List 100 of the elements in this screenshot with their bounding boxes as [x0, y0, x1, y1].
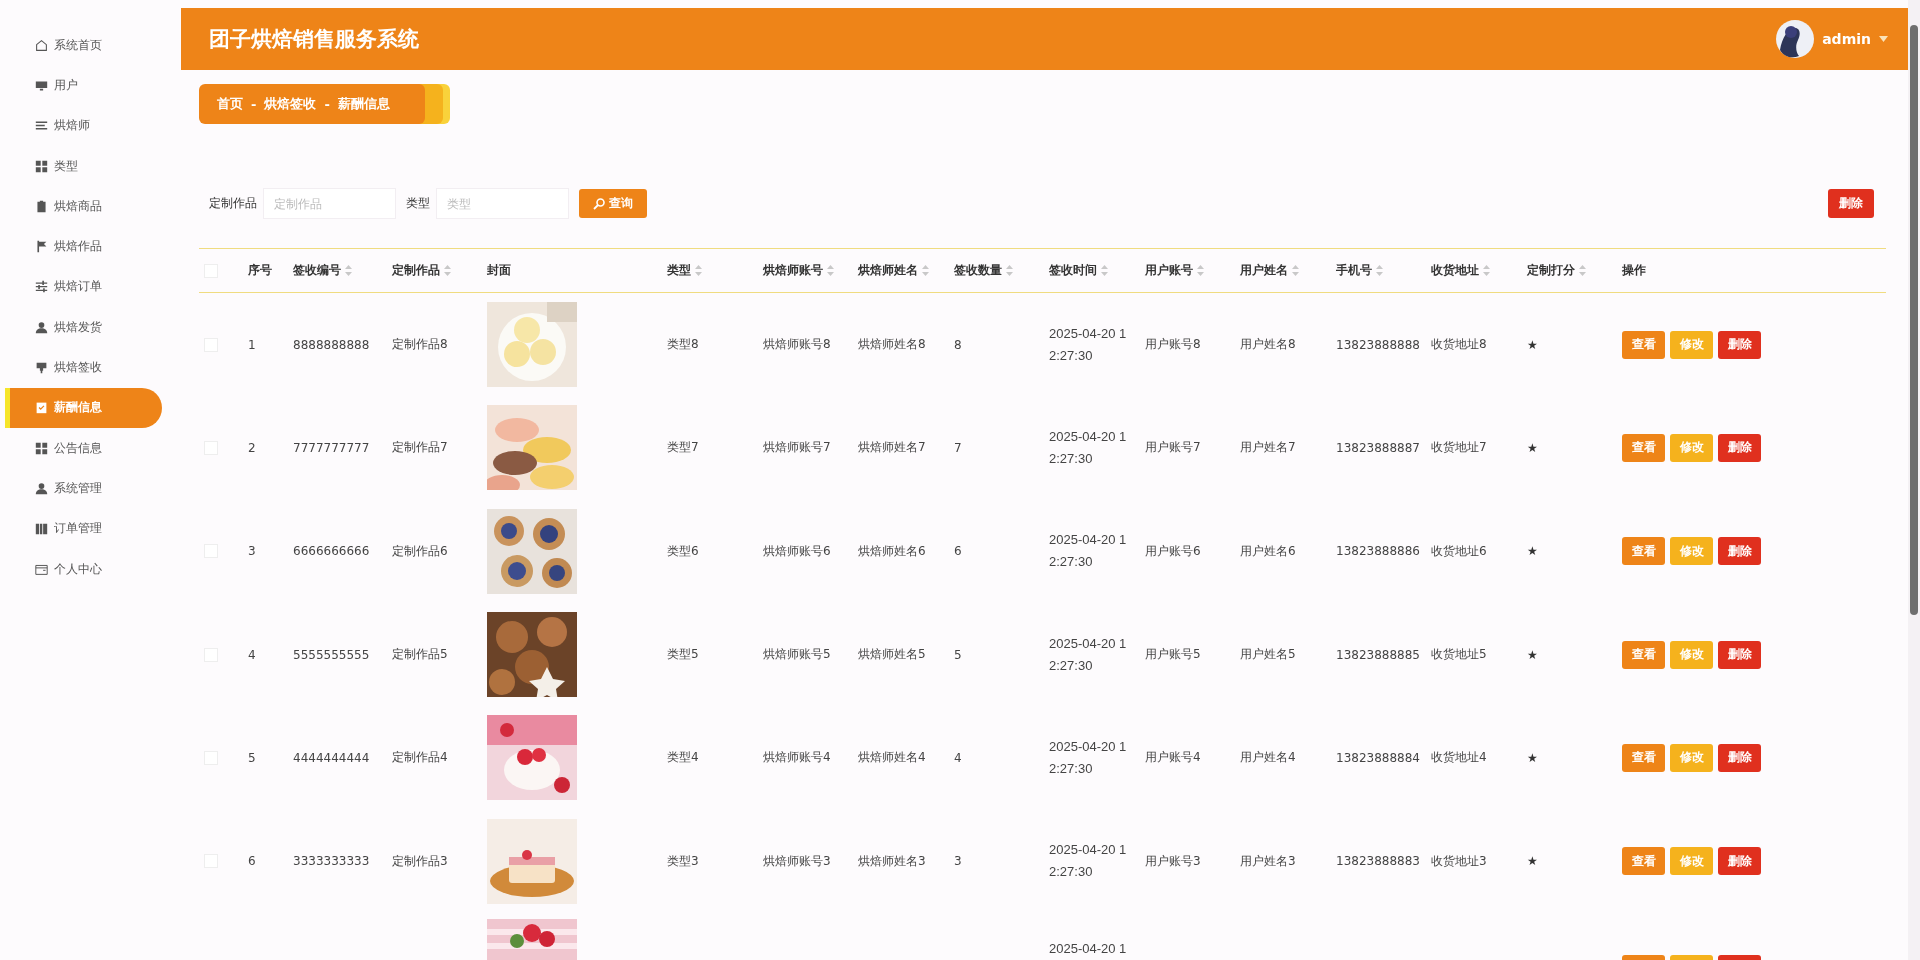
- sort-icon[interactable]: [444, 265, 451, 276]
- delete-button[interactable]: 删除: [1718, 537, 1761, 566]
- table-cell-text: 13823888883: [1336, 854, 1421, 869]
- table-cell-text: 2025-04-20 12:27:30: [1049, 737, 1128, 778]
- column-header[interactable]: 签收编号: [293, 262, 341, 279]
- app-title: 团子烘焙销售服务系统: [209, 26, 420, 53]
- table-cell-text: 烘焙师账号8: [763, 336, 832, 354]
- avatar[interactable]: [1776, 20, 1815, 58]
- search-icon: [593, 197, 605, 210]
- sort-icon[interactable]: [1483, 265, 1490, 276]
- clipboard-check-icon: [35, 401, 48, 415]
- sidebar-item[interactable]: 用户: [5, 65, 162, 106]
- sidebar-item[interactable]: 烘焙师: [5, 105, 162, 146]
- scrollbar-thumb[interactable]: [1910, 25, 1918, 615]
- table-cell-text: 2025-04-20 12:27:30: [1049, 841, 1128, 882]
- column-header[interactable]: 烘焙师账号: [763, 262, 823, 279]
- user-icon: [35, 481, 48, 495]
- table-cell-text: 定制作品7: [392, 439, 449, 457]
- table-cell-text: 烘焙师姓名6: [858, 542, 927, 560]
- table-cell-text: 烘焙师账号5: [763, 646, 832, 664]
- column-header: 序号: [248, 262, 272, 279]
- sidebar-item[interactable]: 烘焙签收: [5, 347, 162, 388]
- table-cell-text: 收货地址7: [1431, 439, 1488, 457]
- sort-icon[interactable]: [1292, 265, 1299, 276]
- table-cell-text: 类型6: [667, 542, 700, 560]
- sort-icon[interactable]: [922, 265, 929, 276]
- sidebar-item[interactable]: 烘焙作品: [5, 226, 162, 267]
- table-cell-text: 7777777777: [293, 440, 371, 455]
- sidebar-item[interactable]: 系统首页: [5, 25, 162, 66]
- table-cell-text: 1: [248, 337, 257, 352]
- scrollbar[interactable]: [1908, 0, 1920, 960]
- sidebar-item[interactable]: 订单管理: [5, 508, 162, 549]
- table-cell-text: 3333333333: [293, 854, 371, 869]
- column-header[interactable]: 手机号: [1336, 262, 1372, 279]
- table-cell-text: 烘焙师姓名4: [858, 749, 927, 767]
- sidebar-item[interactable]: 烘焙商品: [5, 186, 162, 227]
- table-cell-text: 定制作品6: [392, 542, 449, 560]
- field-label: 定制作品: [209, 195, 257, 212]
- delete-button[interactable]: 删除: [1718, 847, 1761, 876]
- table-cell-text: 2025-04-20 12:27:30: [1049, 427, 1128, 468]
- table-cell-text: 5: [248, 750, 257, 765]
- sidebar-item[interactable]: 个人中心: [5, 548, 162, 590]
- list-icon: [35, 119, 48, 133]
- sort-icon[interactable]: [345, 265, 352, 276]
- column-header[interactable]: 定制打分: [1527, 262, 1575, 279]
- caret-icon[interactable]: [1879, 36, 1888, 42]
- table-cell-text: 用户账号8: [1145, 336, 1202, 354]
- field-label: 类型: [406, 195, 430, 212]
- sidebar-item[interactable]: 烘焙发货: [5, 307, 162, 348]
- table-cell-text: 8: [954, 337, 963, 352]
- rating-text: ★: [1527, 544, 1538, 559]
- sort-icon[interactable]: [1006, 265, 1013, 276]
- column-header[interactable]: 收货地址: [1431, 262, 1479, 279]
- table-cell-text: 类型8: [667, 336, 700, 354]
- table-cell-text: 6666666666: [293, 544, 371, 559]
- search-field[interactable]: 类型: [436, 188, 569, 219]
- table-cell-text: 烘焙师姓名5: [858, 646, 927, 664]
- table-cell-text: 7: [954, 440, 963, 455]
- book-icon: [35, 522, 48, 536]
- delete-button[interactable]: 删除: [1718, 640, 1761, 669]
- table-cell-text: 烘焙师账号3: [763, 852, 832, 870]
- sidebar-item[interactable]: 类型: [5, 145, 162, 187]
- delete-button[interactable]: 删除: [1718, 330, 1761, 359]
- table-cell-text: 收货地址4: [1431, 749, 1488, 767]
- column-header[interactable]: 用户姓名: [1240, 262, 1288, 279]
- table-cell-text: 3: [248, 544, 257, 559]
- table-cell-text: 定制作品8: [392, 336, 449, 354]
- table-cell-text: 定制作品5: [392, 646, 449, 664]
- column-header[interactable]: 烘焙师姓名: [858, 262, 918, 279]
- rating-text: ★: [1527, 750, 1538, 765]
- sort-icon[interactable]: [1101, 265, 1108, 276]
- delete-button[interactable]: 删除: [1828, 189, 1874, 218]
- table-cell-text: 用户账号3: [1145, 852, 1202, 870]
- column-header[interactable]: 签收时间: [1049, 262, 1097, 279]
- sort-icon[interactable]: [695, 265, 702, 276]
- table-cell-text: 13823888888: [1336, 337, 1421, 352]
- monitor-icon: [35, 78, 48, 92]
- table-cell-text: 用户账号6: [1145, 542, 1202, 560]
- table-cell-text: 用户姓名7: [1240, 439, 1297, 457]
- delete-button[interactable]: 删除: [1718, 433, 1761, 462]
- table-cell-text: 13823888885: [1336, 647, 1421, 662]
- table-cell-text: 2025-04-20 12:27:30: [1049, 324, 1128, 365]
- column-header[interactable]: 签收数量: [954, 262, 1002, 279]
- sort-icon[interactable]: [1376, 265, 1383, 276]
- column-header[interactable]: 用户账号: [1145, 262, 1193, 279]
- table-cell-text: 用户姓名8: [1240, 336, 1297, 354]
- column-header[interactable]: 类型: [667, 262, 691, 279]
- table-cell-text: 烘焙师账号6: [763, 542, 832, 560]
- sort-icon[interactable]: [1197, 265, 1204, 276]
- sort-icon[interactable]: [827, 265, 834, 276]
- sidebar-item[interactable]: 系统管理: [5, 468, 162, 509]
- sidebar-item[interactable]: 烘焙订单: [5, 266, 162, 308]
- sort-icon[interactable]: [1579, 265, 1586, 276]
- table-cell-text: 2: [248, 440, 257, 455]
- table-cell-text: 用户账号4: [1145, 749, 1202, 767]
- delete-button[interactable]: 删除: [1718, 743, 1761, 772]
- rating-text: ★: [1527, 440, 1538, 455]
- column-header[interactable]: 定制作品: [392, 262, 440, 279]
- sidebar-item[interactable]: 公告信息: [5, 427, 162, 469]
- search-field[interactable]: 定制作品: [263, 188, 396, 219]
